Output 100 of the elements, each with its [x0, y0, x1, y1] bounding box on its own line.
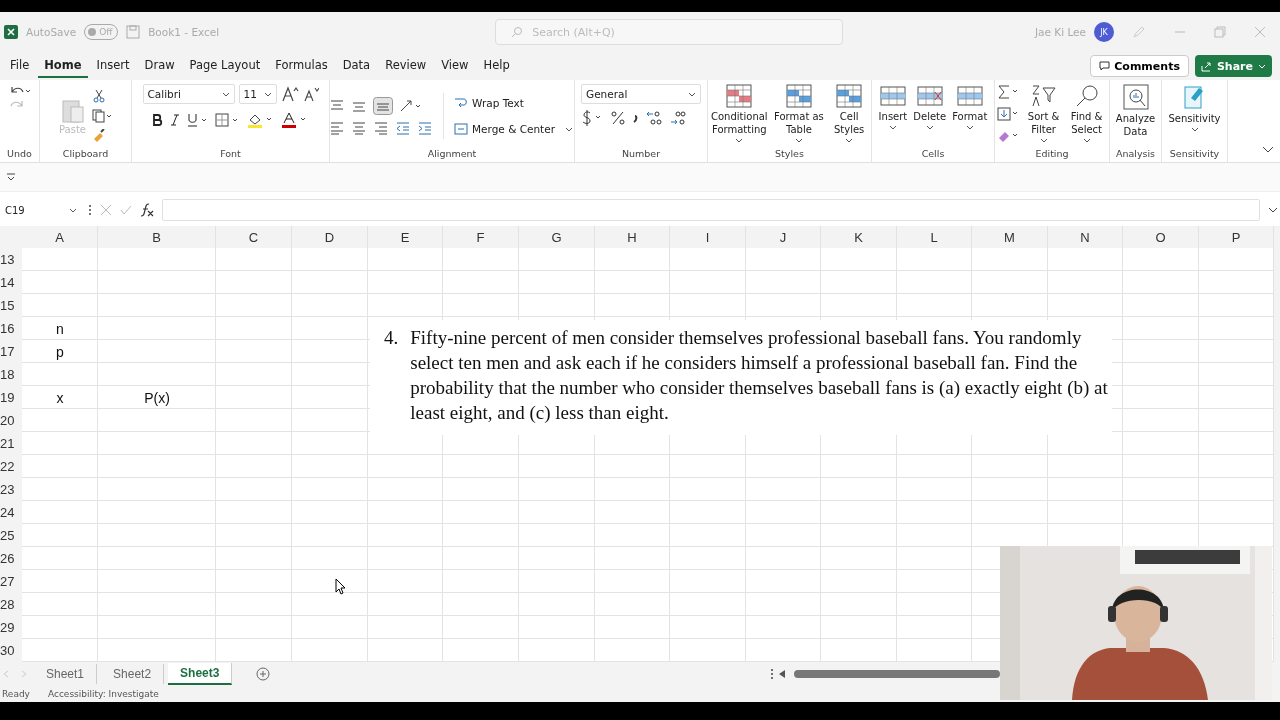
align-top-icon[interactable]	[329, 99, 345, 113]
menu-tab[interactable]: View	[435, 54, 475, 78]
font-size-dropdown[interactable]: 11	[238, 84, 277, 104]
orientation-icon[interactable]	[399, 99, 423, 113]
align-center-icon[interactable]	[351, 121, 367, 135]
grow-font-icon[interactable]	[280, 86, 299, 102]
customize-toolbar-icon[interactable]	[6, 173, 16, 181]
row-header[interactable]: 20	[0, 409, 22, 432]
menu-tab[interactable]: Draw	[138, 54, 181, 78]
align-right-icon[interactable]	[373, 121, 389, 135]
formula-input[interactable]	[162, 199, 1260, 221]
cells-icon	[916, 84, 943, 108]
caret-icon	[845, 138, 854, 143]
caret-icon	[221, 91, 230, 97]
row-header[interactable]: 21	[0, 432, 22, 455]
row-header[interactable]: 25	[0, 524, 22, 547]
scroll-left-icon[interactable]	[778, 669, 786, 679]
format-painter-icon[interactable]	[92, 129, 106, 143]
menu-tab[interactable]: Page Layout	[183, 54, 267, 78]
italic-icon[interactable]	[168, 113, 181, 127]
group-label: Styles	[775, 148, 804, 161]
style-button[interactable]: Conditional Formatting	[710, 84, 769, 143]
align-bottom-icon[interactable]	[373, 97, 393, 115]
align-middle-icon[interactable]	[351, 99, 367, 113]
sensitivity-button[interactable]: Sensitivity	[1167, 84, 1222, 132]
menu-tab[interactable]: Formulas	[269, 54, 334, 78]
user-avatar[interactable]: JK	[1094, 22, 1114, 42]
style-button[interactable]: Cell Styles	[829, 84, 869, 143]
caret-icon	[925, 125, 934, 130]
autosave-label: AutoSave	[26, 26, 77, 38]
scissors-icon[interactable]	[92, 89, 106, 103]
decrease-indent-icon[interactable]	[395, 121, 411, 135]
table-style-icon	[836, 84, 863, 108]
row-header[interactable]: 24	[0, 501, 22, 524]
style-button[interactable]: Format as Table	[772, 84, 826, 143]
increase-indent-icon[interactable]	[417, 121, 433, 135]
merge-center-button[interactable]: Merge & Center	[452, 119, 575, 139]
shrink-font-icon[interactable]	[302, 86, 319, 102]
merge-icon	[454, 122, 468, 136]
row-header[interactable]: 27	[0, 570, 22, 593]
vertical-scrollbar[interactable]	[1274, 226, 1280, 662]
align-left-icon[interactable]	[329, 121, 345, 135]
accessibility-status[interactable]: Accessibility: Investigate	[47, 689, 159, 699]
more-icon[interactable]	[770, 668, 774, 680]
row-header[interactable]: 18	[0, 363, 22, 386]
number-format-dropdown[interactable]: General	[581, 84, 701, 104]
cells-button[interactable]: Format	[951, 84, 989, 130]
row-header[interactable]: 28	[0, 593, 22, 616]
row-header[interactable]: 29	[0, 616, 22, 639]
menu-tab[interactable]: Insert	[90, 54, 136, 78]
row-header[interactable]: 14	[0, 271, 22, 294]
horizontal-scrollbar[interactable]	[794, 670, 1000, 678]
mouse-cursor-icon	[335, 578, 346, 595]
group-label: Font	[220, 148, 241, 161]
share-button[interactable]: Share	[1194, 55, 1272, 77]
insert-function-icon[interactable]	[140, 203, 154, 217]
font-family-dropdown[interactable]: Calibri	[142, 84, 235, 104]
percent-icon[interactable]	[611, 110, 625, 126]
underline-icon[interactable]	[186, 113, 209, 127]
problem-number: 4.	[384, 326, 399, 350]
cells-button[interactable]: Insert	[877, 84, 909, 130]
editing-button[interactable]: Find & Select	[1066, 84, 1107, 143]
more-icon[interactable]	[88, 204, 92, 216]
wrap-text-button[interactable]: Wrap Text	[452, 93, 575, 113]
row-header[interactable]: 17	[0, 340, 22, 363]
editing-button[interactable]: Sort & Filter	[1025, 84, 1063, 143]
name-box[interactable]: C19	[2, 200, 80, 220]
caret-icon	[1190, 127, 1199, 132]
cells-button[interactable]: Delete	[912, 84, 948, 130]
group-label: Analysis	[1115, 148, 1156, 161]
bold-icon[interactable]	[150, 113, 163, 127]
menu-tab[interactable]: Data	[336, 54, 377, 78]
spreadsheet-app-icon	[4, 25, 18, 39]
decrease-decimal-icon[interactable]	[669, 110, 687, 126]
menu-tab[interactable]: Help	[477, 54, 516, 78]
search-field[interactable]: Search (Alt+Q)	[495, 19, 844, 45]
sheet-tab[interactable]: Sheet3	[168, 663, 233, 685]
sheet-tab[interactable]: Sheet2	[101, 664, 165, 684]
row-header[interactable]: 15	[0, 294, 22, 317]
increase-decimal-icon[interactable]	[645, 110, 663, 126]
row-header[interactable]: 22	[0, 455, 22, 478]
row-header[interactable]: 19	[0, 386, 22, 409]
menu-tab[interactable]: File	[4, 54, 36, 78]
row-header[interactable]: 16	[0, 317, 22, 340]
copy-icon[interactable]	[92, 109, 112, 123]
analyze-data-button[interactable]: Analyze Data	[1112, 84, 1159, 138]
group-label: Cells	[921, 148, 945, 161]
sheet-tab[interactable]: Sheet1	[34, 664, 98, 684]
row-header[interactable]: 30	[0, 639, 22, 662]
row-header[interactable]: 26	[0, 547, 22, 570]
table-cell-text: n	[55, 319, 65, 339]
comments-button[interactable]: Comments	[1090, 55, 1189, 77]
menu-tab[interactable]: Home	[38, 54, 88, 78]
row-header[interactable]: 13	[0, 248, 22, 271]
row-header[interactable]: 23	[0, 478, 22, 501]
expand-icon[interactable]	[1268, 206, 1278, 214]
share-icon	[1200, 60, 1212, 72]
add-sheet-icon[interactable]	[256, 667, 271, 681]
collapse-ribbon-icon[interactable]	[1262, 146, 1274, 154]
menu-tab[interactable]: Review	[379, 54, 433, 78]
